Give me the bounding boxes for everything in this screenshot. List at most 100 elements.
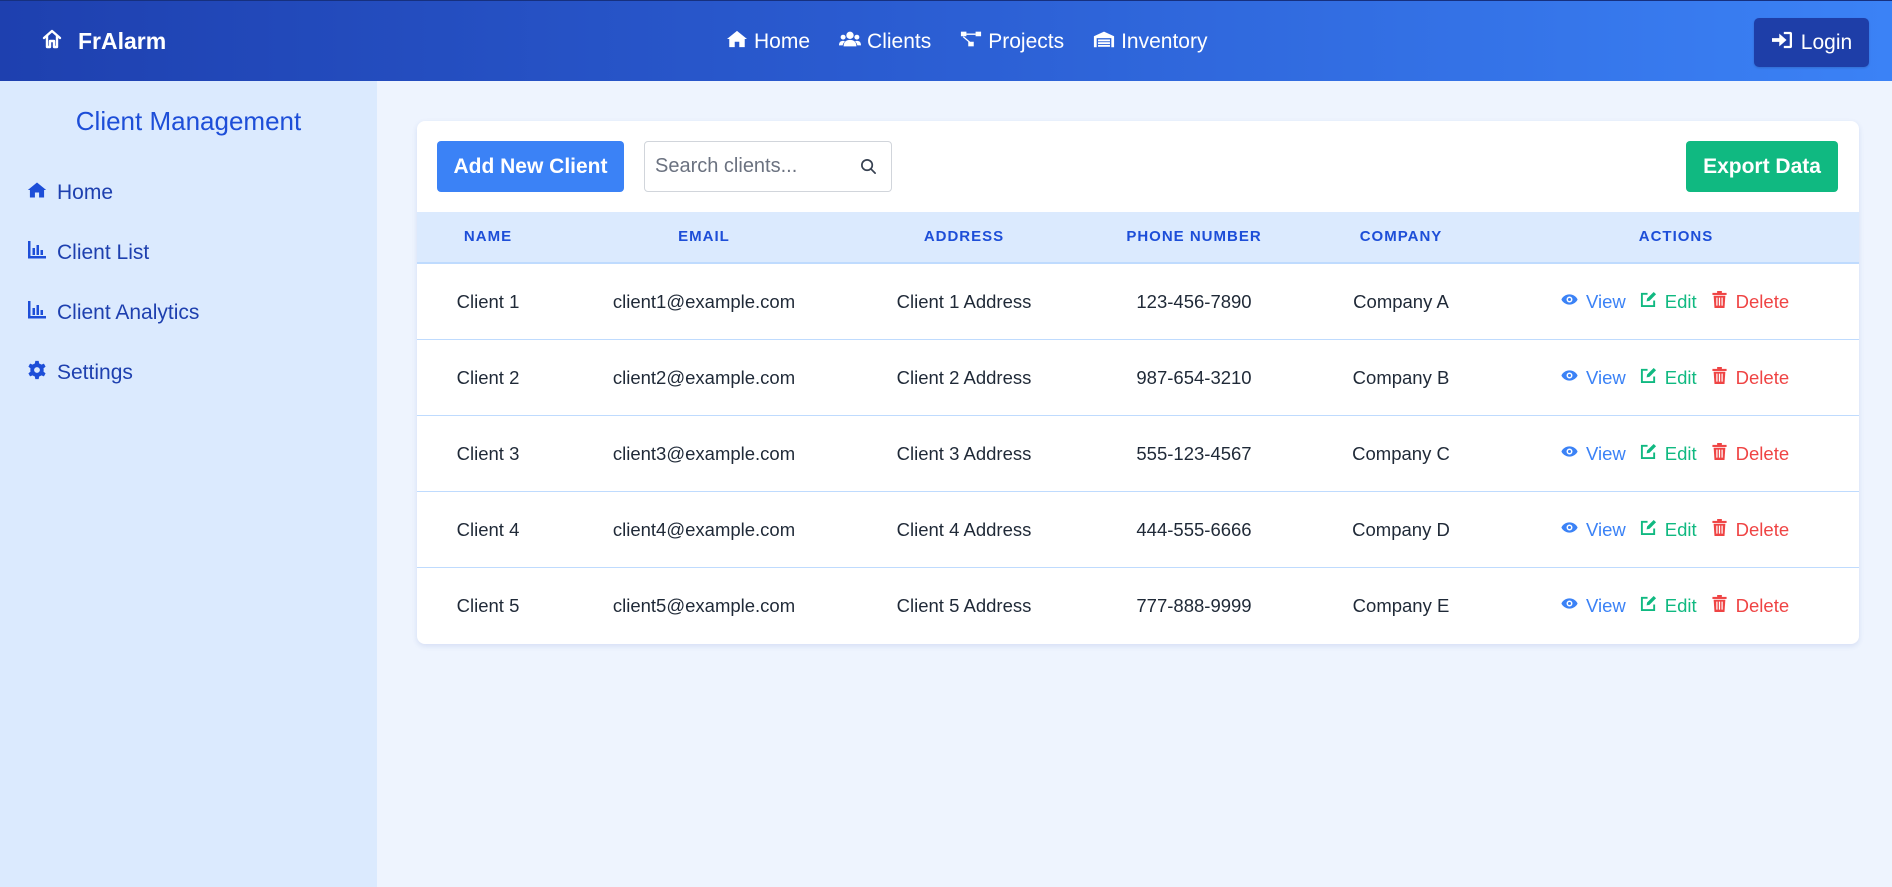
table-row: Client 2 client2@example.com Client 2 Ad…	[417, 340, 1859, 416]
sidebar-item-label: Client Analytics	[57, 301, 200, 324]
nav-clients[interactable]: Clients	[839, 29, 931, 55]
delete-button[interactable]: Delete	[1711, 443, 1789, 465]
eye-icon	[1561, 595, 1578, 617]
row-actions: View Edit Delete	[1561, 416, 1803, 492]
edit-button[interactable]: Edit	[1640, 443, 1697, 465]
table-row: Client 5 client5@example.com Client 5 Ad…	[417, 568, 1859, 644]
column-header-phone[interactable]: PHONE NUMBER	[1079, 212, 1309, 262]
trash-icon	[1711, 291, 1728, 313]
delete-label: Delete	[1735, 291, 1790, 312]
table-header: NAME EMAIL ADDRESS PHONE NUMBER COMPANY …	[417, 212, 1859, 264]
eye-icon	[1561, 367, 1578, 389]
cell-company: Company E	[1352, 595, 1450, 616]
edit-label: Edit	[1664, 367, 1697, 388]
top-navbar: FrAlarm Home Clients Projects Inventory	[0, 0, 1892, 81]
cell-address: Client 1 Address	[896, 291, 1032, 312]
edit-button[interactable]: Edit	[1640, 367, 1697, 389]
nav-home-label: Home	[754, 29, 811, 53]
eye-icon	[1561, 443, 1578, 465]
cell-email: client1@example.com	[612, 291, 796, 312]
sidebar-item-label: Settings	[57, 361, 133, 384]
cell-phone: 555-123-4567	[1136, 443, 1252, 464]
add-client-button[interactable]: Add New Client	[437, 141, 624, 192]
view-label: View	[1586, 595, 1626, 616]
view-button[interactable]: View	[1561, 519, 1626, 541]
cell-name: Client 4	[456, 519, 520, 540]
cell-phone: 444-555-6666	[1136, 519, 1252, 540]
column-header-company[interactable]: COMPANY	[1309, 212, 1493, 262]
sidebar-item-settings[interactable]: Settings	[27, 360, 133, 386]
view-button[interactable]: View	[1561, 443, 1626, 465]
home-icon	[27, 180, 47, 206]
edit-icon	[1640, 443, 1657, 465]
view-label: View	[1586, 519, 1626, 540]
cell-email: client3@example.com	[612, 443, 796, 464]
edit-icon	[1640, 367, 1657, 389]
edit-icon	[1640, 595, 1657, 617]
login-button[interactable]: Login	[1754, 18, 1869, 67]
delete-button[interactable]: Delete	[1711, 595, 1789, 617]
brand[interactable]: FrAlarm	[40, 1, 166, 82]
edit-button[interactable]: Edit	[1640, 291, 1697, 313]
column-header-address[interactable]: ADDRESS	[849, 212, 1079, 262]
trash-icon	[1711, 367, 1728, 389]
sidebar: Client Management Home Client List Clien…	[0, 81, 377, 887]
row-actions: View Edit Delete	[1561, 492, 1803, 568]
nav-projects[interactable]: Projects	[960, 29, 1064, 55]
users-icon	[839, 29, 862, 55]
main-nav: Home Clients Projects Inventory	[726, 1, 1207, 82]
chart-bar-icon	[27, 300, 47, 326]
table-row: Client 3 client3@example.com Client 3 Ad…	[417, 416, 1859, 492]
table-row: Client 4 client4@example.com Client 4 Ad…	[417, 492, 1859, 568]
search-icon[interactable]	[860, 158, 877, 175]
cell-phone: 123-456-7890	[1136, 291, 1252, 312]
edit-button[interactable]: Edit	[1640, 595, 1697, 617]
nav-inventory[interactable]: Inventory	[1093, 29, 1207, 55]
delete-button[interactable]: Delete	[1711, 367, 1789, 389]
nav-home[interactable]: Home	[726, 29, 810, 55]
export-data-button[interactable]: Export Data	[1686, 141, 1838, 192]
house-outline-icon	[40, 27, 64, 57]
cell-name: Client 3	[456, 443, 520, 464]
nav-clients-label: Clients	[867, 29, 932, 53]
cell-name: Client 5	[456, 595, 520, 616]
sidebar-item-client-analytics[interactable]: Client Analytics	[27, 300, 199, 326]
login-label: Login	[1800, 30, 1853, 54]
delete-label: Delete	[1735, 367, 1790, 388]
sidebar-item-client-list[interactable]: Client List	[27, 240, 149, 266]
edit-icon	[1640, 291, 1657, 313]
table-row: Client 1 client1@example.com Client 1 Ad…	[417, 264, 1859, 340]
sidebar-item-home[interactable]: Home	[27, 180, 113, 206]
home-icon	[726, 29, 748, 55]
cell-phone: 777-888-9999	[1136, 595, 1252, 616]
view-button[interactable]: View	[1561, 291, 1626, 313]
view-button[interactable]: View	[1561, 595, 1626, 617]
cell-address: Client 4 Address	[896, 519, 1032, 540]
clients-card: Add New Client Export Data NAME EMAIL AD…	[417, 121, 1859, 644]
cell-company: Company A	[1353, 291, 1449, 312]
chart-bar-icon	[27, 240, 47, 266]
cell-name: Client 1	[456, 291, 520, 312]
delete-button[interactable]: Delete	[1711, 519, 1789, 541]
view-label: View	[1586, 443, 1626, 464]
edit-button[interactable]: Edit	[1640, 519, 1697, 541]
sidebar-title: Client Management	[75, 106, 302, 136]
row-actions: View Edit Delete	[1561, 568, 1803, 644]
view-label: View	[1586, 367, 1626, 388]
view-button[interactable]: View	[1561, 367, 1626, 389]
edit-label: Edit	[1664, 291, 1697, 312]
column-header-name[interactable]: NAME	[417, 212, 559, 262]
delete-label: Delete	[1735, 519, 1790, 540]
view-label: View	[1586, 291, 1626, 312]
brand-name: FrAlarm	[78, 28, 167, 54]
sidebar-item-label: Home	[57, 181, 114, 204]
project-diagram-icon	[960, 29, 982, 55]
column-header-email[interactable]: EMAIL	[559, 212, 849, 262]
trash-icon	[1711, 519, 1728, 541]
cell-address: Client 3 Address	[896, 443, 1032, 464]
warehouse-icon	[1093, 29, 1115, 55]
eye-icon	[1561, 519, 1578, 541]
delete-button[interactable]: Delete	[1711, 291, 1789, 313]
cell-address: Client 2 Address	[896, 367, 1032, 388]
search-input[interactable]	[645, 142, 855, 191]
